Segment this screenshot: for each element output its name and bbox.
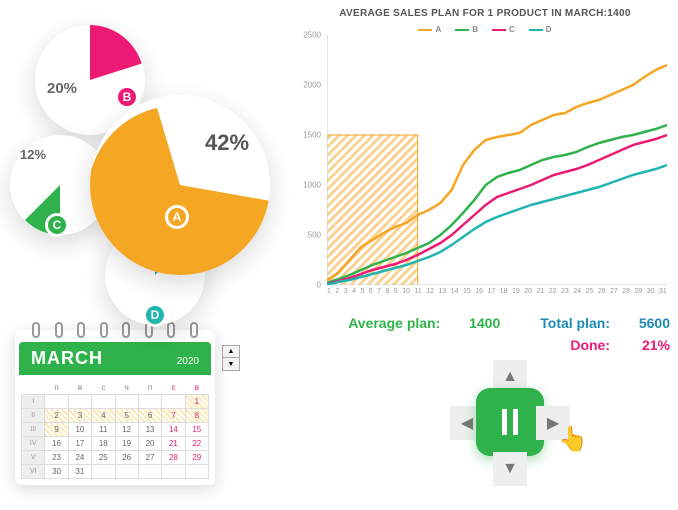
spinner-up-button[interactable]: ▲ <box>223 346 239 358</box>
total-label: Total plan: <box>540 315 610 331</box>
calendar-day[interactable]: 11 <box>92 423 115 437</box>
calendar-day[interactable]: 5 <box>115 409 138 423</box>
calendar-day[interactable]: 25 <box>92 451 115 465</box>
calendar-day[interactable]: 29 <box>185 451 208 465</box>
calendar-day[interactable]: 18 <box>92 437 115 451</box>
line-chart: AVERAGE SALES PLAN FOR 1 PRODUCT IN MARC… <box>295 0 675 310</box>
calendar-day[interactable]: 24 <box>68 451 91 465</box>
avg-value: 1400 <box>450 315 500 331</box>
pie-cluster: 20% B 12% C 42% A 12% D <box>5 20 295 310</box>
calendar-day[interactable]: 31 <box>68 465 91 479</box>
calendar-day[interactable] <box>138 395 161 409</box>
calendar-day[interactable]: 9 <box>45 423 68 437</box>
calendar-day[interactable] <box>138 465 161 479</box>
cursor-hand-icon: 👆 <box>558 425 588 454</box>
x-axis: 1234567891011121314151617181920212223242… <box>327 288 667 295</box>
calendar-day[interactable] <box>92 465 115 479</box>
pie-c-pct: 12% <box>20 147 46 162</box>
calendar-day[interactable] <box>92 395 115 409</box>
avg-label: Average plan: <box>348 315 440 331</box>
calendar-day[interactable] <box>115 465 138 479</box>
calendar-day[interactable] <box>115 395 138 409</box>
pie-c-badge: C <box>45 213 69 237</box>
calendar-day[interactable]: 27 <box>138 451 161 465</box>
down-button[interactable]: ▼ <box>493 452 527 486</box>
calendar-day[interactable]: 28 <box>162 451 185 465</box>
calendar-day[interactable]: 22 <box>185 437 208 451</box>
calendar-day[interactable]: 15 <box>185 423 208 437</box>
y-axis: 05001000150020002500 <box>295 35 325 285</box>
calendar-day[interactable]: 30 <box>45 465 68 479</box>
calendar-day[interactable]: 1 <box>185 395 208 409</box>
pie-a-pct: 42% <box>205 130 249 156</box>
calendar-day[interactable]: 7 <box>162 409 185 423</box>
calendar-grid: пвсчпсвI1II2345678III9101112131415IV1617… <box>15 375 215 485</box>
calendar-day[interactable] <box>68 395 91 409</box>
calendar-day[interactable]: 14 <box>162 423 185 437</box>
pie-b-pct: 20% <box>47 80 77 97</box>
calendar-day[interactable]: 12 <box>115 423 138 437</box>
calendar-day[interactable]: 16 <box>45 437 68 451</box>
calendar-day[interactable]: 10 <box>68 423 91 437</box>
calendar-day[interactable]: 4 <box>92 409 115 423</box>
calendar-day[interactable]: 19 <box>115 437 138 451</box>
calendar-day[interactable]: 8 <box>185 409 208 423</box>
done-label: Done: <box>570 337 610 353</box>
calendar-day[interactable] <box>45 395 68 409</box>
month-spinner[interactable]: ▲ ▼ <box>222 345 240 371</box>
calendar-month: MARCH <box>31 348 103 369</box>
calendar-day[interactable] <box>185 465 208 479</box>
calendar-day[interactable] <box>162 465 185 479</box>
calendar-day[interactable]: 23 <box>45 451 68 465</box>
calendar-header: MARCH 2020 <box>19 342 211 375</box>
pie-a-badge: A <box>165 205 189 229</box>
calendar-year: 2020 <box>177 356 199 367</box>
chart-legend: A B C D <box>295 25 675 34</box>
done-value: 21% <box>620 337 670 353</box>
chart-plot <box>327 35 667 285</box>
calendar-day[interactable]: 3 <box>68 409 91 423</box>
pie-a: 42% A <box>90 95 270 275</box>
calendar-day[interactable]: 2 <box>45 409 68 423</box>
total-value: 5600 <box>620 315 670 331</box>
calendar-day[interactable]: 20 <box>138 437 161 451</box>
pause-button[interactable] <box>476 388 544 456</box>
spinner-down-button[interactable]: ▼ <box>223 358 239 370</box>
calendar-day[interactable]: 21 <box>162 437 185 451</box>
stats-panel: Average plan: 1400 Total plan: 5600 Done… <box>340 315 670 353</box>
calendar-day[interactable]: 6 <box>138 409 161 423</box>
calendar-day[interactable]: 17 <box>68 437 91 451</box>
calendar-day[interactable] <box>162 395 185 409</box>
calendar-day[interactable]: 13 <box>138 423 161 437</box>
calendar-day[interactable]: 26 <box>115 451 138 465</box>
chart-title: AVERAGE SALES PLAN FOR 1 PRODUCT IN MARC… <box>295 0 675 19</box>
pie-d-badge: D <box>143 303 167 327</box>
calendar: MARCH 2020 пвсчпсвI1II2345678III91011121… <box>15 330 215 485</box>
playback-controls: ▲ ◀ ▶ ▼ 👆 <box>430 360 590 490</box>
